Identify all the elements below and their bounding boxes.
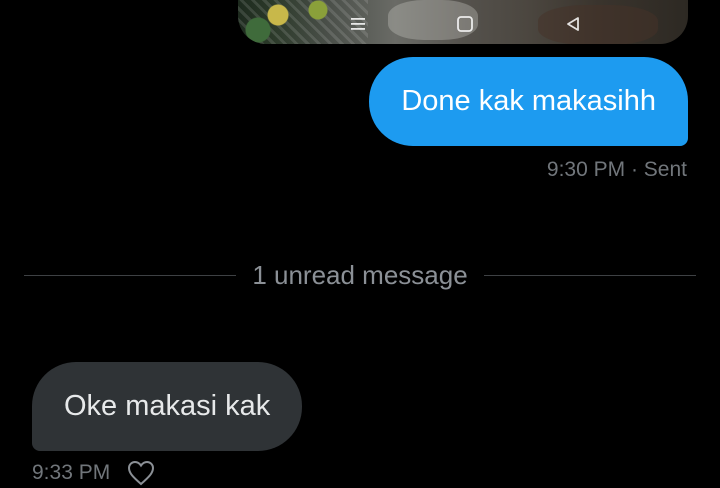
received-message-meta: 9:33 PM <box>32 458 156 488</box>
heart-outline-icon[interactable] <box>126 458 156 488</box>
sent-message-text: Done kak makasihh <box>401 85 656 117</box>
divider-line <box>24 274 237 276</box>
attachment-navbar <box>238 6 688 38</box>
back-triangle-icon <box>563 14 583 34</box>
received-message-text: Oke makasi kak <box>64 390 271 422</box>
menu-icon <box>348 14 368 34</box>
sent-message-bubble[interactable]: Done kak makasihh <box>369 57 688 146</box>
image-attachment[interactable] <box>238 0 688 44</box>
received-message-time: 9:33 PM <box>32 461 111 484</box>
home-square-icon <box>455 14 475 34</box>
sent-message-meta: 9:30 PM · Sent <box>546 158 687 181</box>
divider-line <box>483 274 696 276</box>
unread-divider-label: 1 unread message <box>252 259 468 290</box>
received-message-bubble[interactable]: Oke makasi kak <box>32 362 303 451</box>
unread-divider: 1 unread message <box>24 258 696 292</box>
